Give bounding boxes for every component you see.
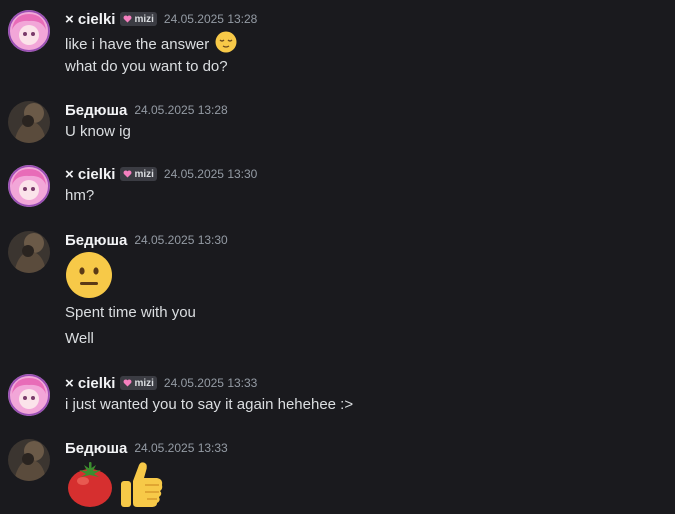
message-text: hm? [65, 187, 95, 204]
tomato-emoji [65, 459, 115, 514]
timestamp: 24.05.2025 13:33 [163, 376, 258, 390]
message-text: U know ig [65, 123, 131, 140]
username[interactable]: Бедюша [65, 440, 127, 457]
message-text: i just wanted you to say it again hehehe… [65, 396, 354, 413]
heart-icon [123, 15, 132, 23]
username[interactable]: × cielki [65, 166, 115, 183]
server-tag-label: mizi [134, 168, 154, 180]
heart-icon [123, 379, 132, 387]
timestamp: 24.05.2025 13:33 [134, 441, 228, 455]
message-text: like i have the answer [65, 31, 237, 53]
server-tag[interactable]: mizi [120, 376, 157, 390]
server-tag[interactable]: mizi [120, 167, 157, 181]
timestamp: 24.05.2025 13:28 [134, 103, 228, 117]
heart-icon [123, 170, 132, 178]
server-tag[interactable]: mizi [120, 12, 157, 26]
username[interactable]: Бедюша [65, 102, 127, 119]
server-tag-label: mizi [134, 13, 154, 25]
server-tag-label: mizi [134, 377, 154, 389]
message-text: Spent time with you [65, 304, 196, 321]
username[interactable]: × cielki [65, 375, 115, 392]
avatar[interactable] [8, 439, 50, 481]
message-text: Well [65, 330, 94, 347]
timestamp: 24.05.2025 13:28 [163, 12, 258, 26]
avatar[interactable] [8, 101, 50, 143]
thumbs-up-emoji [117, 459, 165, 514]
timestamp: 24.05.2025 13:30 [163, 167, 258, 181]
username[interactable]: × cielki [65, 11, 115, 28]
avatar[interactable] [8, 374, 50, 416]
timestamp: 24.05.2025 13:30 [134, 233, 228, 247]
neutral-face-emoji [65, 251, 113, 304]
message-text: what do you want to do? [65, 58, 228, 75]
avatar[interactable] [8, 10, 50, 52]
avatar[interactable] [8, 165, 50, 207]
username[interactable]: Бедюша [65, 232, 127, 249]
relieved-face-emoji [215, 31, 237, 59]
chat-message-list: × cielki mizi 24.05.2025 13:28 like i ha… [0, 0, 675, 512]
avatar[interactable] [8, 231, 50, 273]
